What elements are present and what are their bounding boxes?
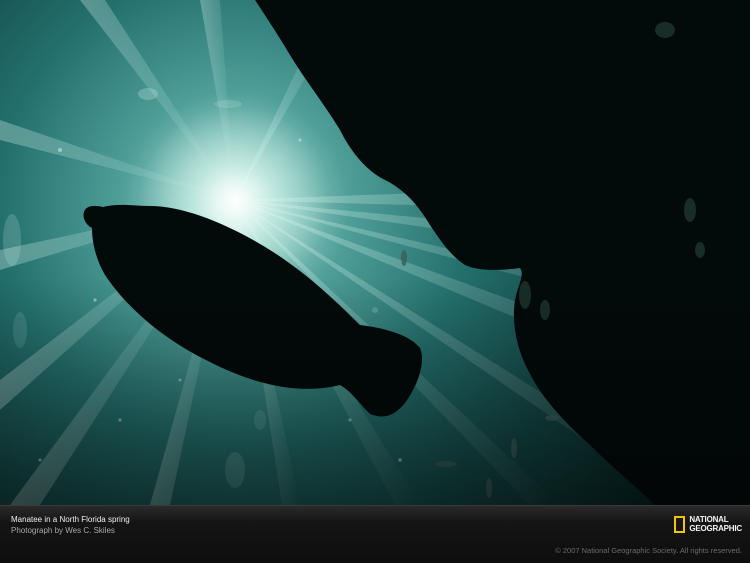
caption-bar: Manatee in a North Florida spring Photog… (0, 505, 750, 563)
photo-credit: Photograph by Wes C. Skiles (11, 526, 115, 535)
wallpaper-frame: Manatee in a North Florida spring Photog… (0, 0, 750, 563)
photo-caption-title: Manatee in a North Florida spring (11, 515, 130, 524)
copyright-notice: © 2007 National Geographic Society. All … (555, 546, 742, 555)
national-geographic-logo: NATIONAL GEOGRAPHIC (674, 514, 742, 534)
depth-shading (0, 0, 750, 505)
underwater-photo (0, 0, 750, 505)
logo-wordmark: NATIONAL GEOGRAPHIC (689, 515, 742, 533)
logo-line-geographic: GEOGRAPHIC (689, 524, 742, 533)
logo-line-national: NATIONAL (689, 515, 729, 524)
photo-illustration (0, 0, 750, 505)
yellow-frame-icon (674, 515, 686, 533)
